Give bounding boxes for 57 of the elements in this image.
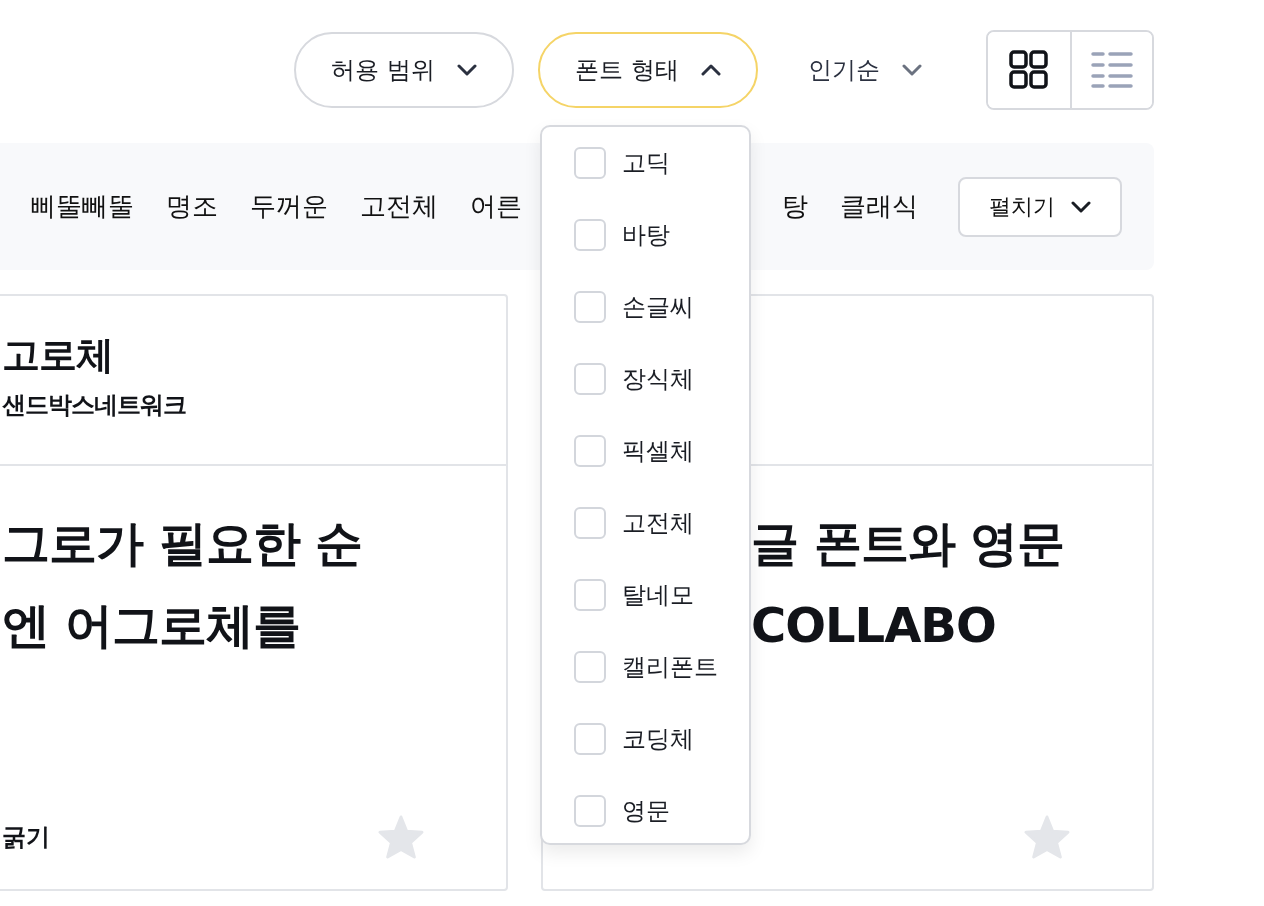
option-label: 고전체	[622, 508, 694, 539]
tag-link[interactable]: 탕	[782, 189, 808, 224]
font-title: 고로체	[2, 332, 114, 379]
chevron-down-icon	[1071, 200, 1091, 213]
tag-link[interactable]: 어른	[470, 189, 522, 224]
checkbox[interactable]	[574, 795, 606, 827]
font-maker: 샌드박스네트워크	[2, 390, 187, 421]
checkbox-option[interactable]: 손글씨	[574, 291, 749, 323]
option-label: 고딕	[622, 148, 670, 179]
sample-text: COLLABO	[751, 596, 997, 655]
star-icon	[1024, 815, 1070, 859]
checkbox-option[interactable]: 탈네모	[574, 579, 749, 611]
checkbox[interactable]	[574, 363, 606, 395]
checkbox[interactable]	[574, 435, 606, 467]
checkbox-option[interactable]: 코딩체	[574, 723, 749, 755]
chevron-down-icon	[456, 64, 477, 76]
option-label: 캘리폰트	[622, 652, 718, 683]
chevron-up-icon	[700, 64, 721, 76]
grid-icon	[1009, 50, 1049, 90]
checkbox[interactable]	[574, 651, 606, 683]
option-label: 픽셀체	[622, 436, 694, 467]
checkbox-option[interactable]: 픽셀체	[574, 435, 749, 467]
filter-dropdown[interactable]: 허용 범위	[294, 32, 514, 108]
option-label: 영문	[622, 796, 670, 827]
checkbox-option[interactable]: 영문	[574, 795, 749, 827]
sample-text: 그로가 필요한 순	[2, 514, 364, 573]
list-icon	[1091, 51, 1133, 89]
option-label: 장식체	[622, 364, 694, 395]
checkbox-option[interactable]: 고전체	[574, 507, 749, 539]
chevron-down-icon	[902, 64, 922, 76]
checkbox-option[interactable]: 고딕	[574, 147, 749, 179]
tag-link[interactable]: 두꺼운	[250, 189, 328, 224]
tag-link[interactable]: 클래식	[840, 189, 918, 224]
tag-link[interactable]: 고전체	[360, 189, 438, 224]
option-label: 손글씨	[622, 292, 694, 323]
star-icon	[378, 815, 424, 859]
sample-text: 글 폰트와 영문	[751, 514, 1066, 573]
checkbox[interactable]	[574, 507, 606, 539]
checkbox[interactable]	[574, 219, 606, 251]
checkbox-option[interactable]: 캘리폰트	[574, 651, 749, 683]
tag-link[interactable]: 삐뚤빼뚤	[30, 189, 134, 224]
sample-text: 엔 어그로체를	[2, 596, 301, 655]
checkbox[interactable]	[574, 291, 606, 323]
checkbox[interactable]	[574, 579, 606, 611]
tag-link[interactable]: 명조	[166, 189, 218, 224]
weight-label: 굵기	[2, 822, 50, 853]
checkbox-option[interactable]: 장식체	[574, 363, 749, 395]
option-label: 바탕	[622, 220, 670, 251]
option-label: 코딩체	[622, 724, 694, 755]
checkbox[interactable]	[574, 147, 606, 179]
expand-button[interactable]: 펼치기	[958, 176, 1122, 237]
favorite-button[interactable]	[1024, 815, 1070, 859]
filter-dropdown[interactable]: 폰트 형태	[538, 32, 758, 108]
checkbox-option[interactable]: 바탕	[574, 219, 749, 251]
checkbox[interactable]	[574, 723, 606, 755]
option-label: 탈네모	[622, 580, 694, 611]
favorite-button[interactable]	[378, 815, 424, 859]
